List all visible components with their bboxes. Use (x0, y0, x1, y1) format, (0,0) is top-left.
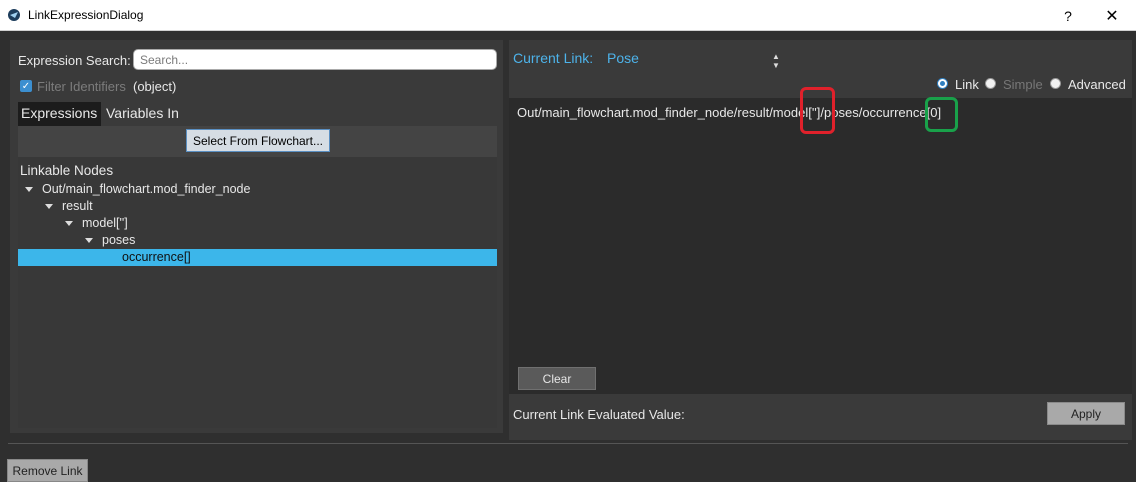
search-label: Expression Search: (18, 53, 131, 68)
tree-node-result[interactable]: result (18, 198, 497, 215)
filter-identifiers-label: Filter Identifiers (37, 79, 126, 94)
expression-browser-panel: Expression Search: ✓ Filter Identifiers … (10, 40, 503, 433)
filter-identifiers-checkbox[interactable]: ✓ (20, 80, 32, 92)
tree-node-label: model[''] (82, 216, 128, 230)
mode-simple-label: Simple (1003, 77, 1043, 92)
footer-divider (8, 443, 1128, 444)
mode-advanced-radio[interactable] (1050, 78, 1061, 89)
tree-node-poses[interactable]: poses (18, 232, 497, 249)
mode-advanced-label: Advanced (1068, 77, 1126, 92)
current-link-panel: Current Link: Pose ▲ ▼ Link Simple Advanc… (509, 40, 1132, 440)
select-arrows-icon[interactable]: ▲ ▼ (772, 52, 780, 70)
current-link-select[interactable]: Pose (607, 50, 639, 66)
tree-node-flowchart[interactable]: Out/main_flowchart.mod_finder_node (18, 181, 497, 198)
linkable-nodes-tree: Linkable Nodes Out/main_flowchart.mod_fi… (18, 157, 497, 428)
evaluated-value-label: Current Link Evaluated Value: (513, 407, 685, 422)
tree-header: Linkable Nodes (20, 163, 114, 178)
tab-expressions[interactable]: Expressions (18, 102, 101, 126)
tab-body: Select From Flowchart... (18, 126, 497, 157)
current-link-label: Current Link: (513, 50, 594, 66)
chevron-down-icon[interactable] (65, 221, 73, 226)
remove-link-button[interactable]: Remove Link (7, 459, 88, 482)
chevron-down-icon[interactable] (85, 238, 93, 243)
filter-type-label: (object) (133, 79, 177, 94)
select-from-flowchart-button[interactable]: Select From Flowchart... (186, 129, 330, 152)
mode-link-radio[interactable] (937, 78, 948, 89)
green-highlight-box (925, 97, 958, 132)
window-title: LinkExpressionDialog (28, 8, 144, 22)
tab-variables-in[interactable]: Variables In (103, 102, 193, 126)
tree-node-occurrence[interactable]: occurrence[] (18, 249, 497, 266)
expression-editor[interactable]: Out/main_flowchart.mod_finder_node/resul… (509, 98, 1132, 394)
title-bar: LinkExpressionDialog ? ✕ (0, 0, 1136, 31)
tree-node-label: occurrence[] (122, 250, 191, 264)
expression-text: Out/main_flowchart.mod_finder_node/resul… (517, 105, 942, 120)
red-highlight-box (800, 87, 835, 134)
tree-node-label: Out/main_flowchart.mod_finder_node (42, 182, 251, 196)
close-button[interactable]: ✕ (1090, 0, 1134, 31)
check-icon: ✓ (21, 80, 31, 92)
help-button[interactable]: ? (1046, 0, 1090, 31)
mode-link-label: Link (955, 77, 979, 92)
clear-button[interactable]: Clear (518, 367, 596, 390)
tree-node-label: result (62, 199, 93, 213)
mode-simple-radio[interactable] (985, 78, 996, 89)
chevron-down-icon[interactable] (25, 187, 33, 192)
tree-node-label: poses (102, 233, 136, 247)
app-icon (8, 9, 20, 21)
apply-button[interactable]: Apply (1047, 402, 1125, 425)
chevron-down-icon[interactable] (45, 204, 53, 209)
tree-node-model[interactable]: model[''] (18, 215, 497, 232)
search-input[interactable] (133, 49, 497, 70)
